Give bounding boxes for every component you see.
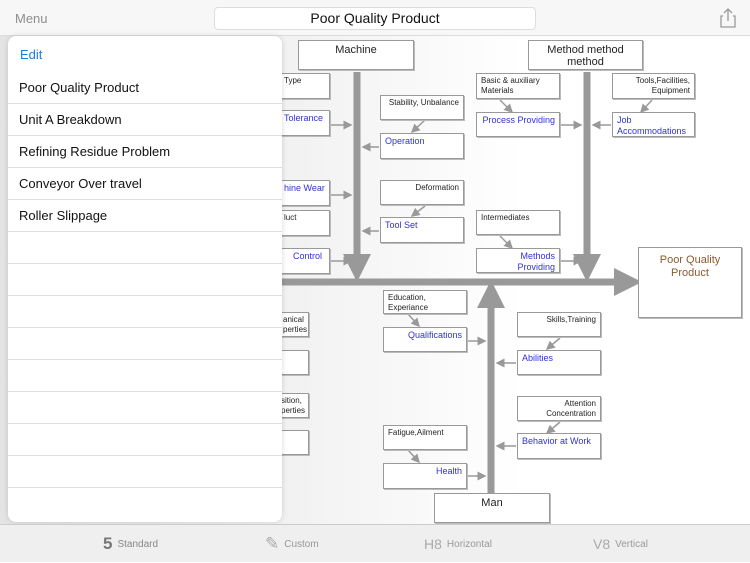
list-item[interactable]: Conveyor Over travel xyxy=(8,168,282,200)
category-machine[interactable]: Machine xyxy=(298,40,414,70)
tab-custom[interactable]: ✎ Custom xyxy=(265,525,319,563)
category-method[interactable]: Method method method xyxy=(528,40,643,70)
cause-box[interactable]: Methods Providing xyxy=(476,248,560,273)
cause-box[interactable]: Health xyxy=(383,463,467,489)
horizontal-icon: H8 xyxy=(424,536,442,552)
effect-box[interactable]: Poor Quality Product xyxy=(638,247,742,318)
pencil-icon: ✎ xyxy=(265,534,280,553)
detail-box[interactable]: Education, Experiance xyxy=(383,290,467,314)
tab-horizontal[interactable]: H8 Horizontal xyxy=(424,525,492,563)
list-item[interactable]: Unit A Breakdown xyxy=(8,104,282,136)
standard-icon: 5 xyxy=(103,534,113,553)
list-item[interactable]: Roller Slippage xyxy=(8,200,282,232)
empty-row xyxy=(8,424,282,456)
top-bar: Menu Poor Quality Product xyxy=(0,0,750,36)
cause-box[interactable]: Tool Set xyxy=(380,217,464,243)
detail-box[interactable]: Intermediates xyxy=(476,210,560,235)
tab-label: Horizontal xyxy=(446,538,492,550)
empty-row xyxy=(8,456,282,488)
cause-box[interactable]: Process Providing xyxy=(476,112,560,137)
tab-label: Custom xyxy=(284,538,319,550)
share-icon[interactable] xyxy=(720,8,736,28)
detail-box[interactable]: Stability, Unbalance xyxy=(380,95,464,120)
detail-box[interactable]: Basic & auxiliary Materials xyxy=(476,73,560,99)
tab-vertical[interactable]: V8 Vertical xyxy=(593,525,648,563)
diagram-list-popover: Edit Poor Quality Product Unit A Breakdo… xyxy=(8,36,282,522)
empty-row xyxy=(8,360,282,392)
vertical-icon: V8 xyxy=(593,536,611,552)
detail-box[interactable]: Tools,Facilities, Equipment xyxy=(612,73,695,99)
empty-row xyxy=(8,264,282,296)
tab-bar: 5 Standard ✎ Custom H8 Horizontal V8 Vertica… xyxy=(0,524,750,562)
edit-button[interactable]: Edit xyxy=(20,47,42,62)
category-man[interactable]: Man xyxy=(434,493,550,523)
cause-box[interactable]: Behavior at Work xyxy=(517,433,601,459)
menu-button[interactable]: Menu xyxy=(15,11,48,26)
empty-row xyxy=(8,232,282,264)
cause-box[interactable]: Qualifications xyxy=(383,327,467,352)
list-item[interactable]: Refining Residue Problem xyxy=(8,136,282,168)
detail-box[interactable]: Skills,Training xyxy=(517,312,601,337)
cause-box[interactable]: Operation xyxy=(380,133,464,159)
diagram-title-field[interactable]: Poor Quality Product xyxy=(214,7,536,30)
detail-box[interactable]: Deformation xyxy=(380,180,464,205)
empty-row xyxy=(8,392,282,424)
tab-label: Standard xyxy=(117,538,159,550)
cause-box[interactable]: Abilities xyxy=(517,350,601,375)
list-item[interactable]: Poor Quality Product xyxy=(8,72,282,104)
empty-row xyxy=(8,296,282,328)
detail-box[interactable]: Attention Concentration xyxy=(517,396,601,421)
detail-box[interactable]: Fatigue,Ailment xyxy=(383,425,467,450)
empty-row xyxy=(8,328,282,360)
tab-standard[interactable]: 5 Standard xyxy=(103,525,158,563)
tab-label: Vertical xyxy=(615,538,648,550)
cause-box[interactable]: Job Accommodations xyxy=(612,112,695,137)
